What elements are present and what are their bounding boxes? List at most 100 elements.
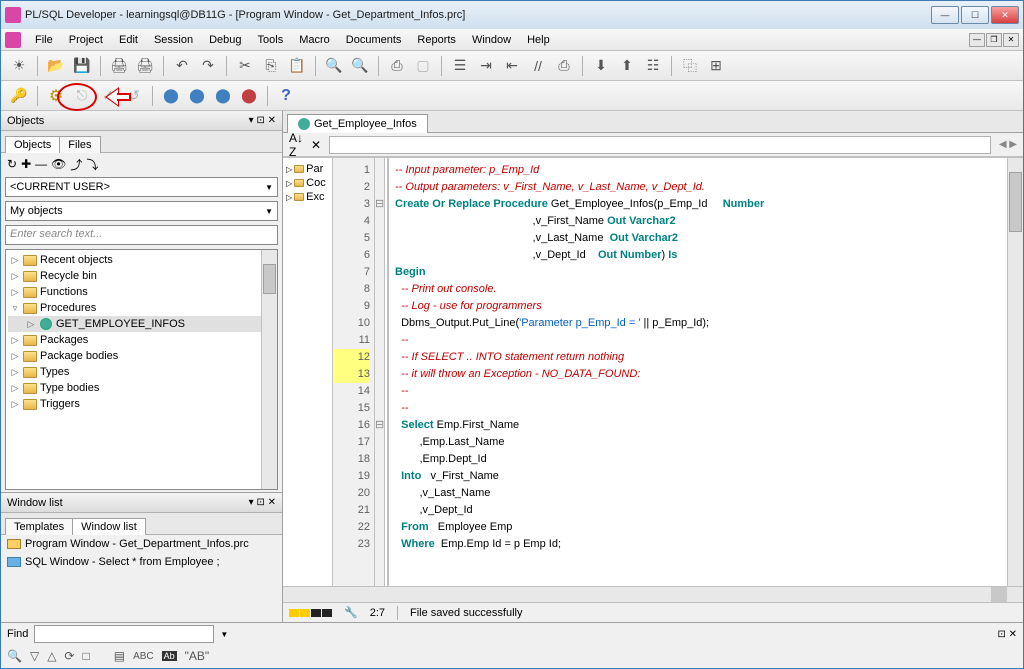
query-input[interactable] — [329, 136, 991, 154]
query-builder-button[interactable]: ▢ — [411, 54, 435, 78]
find-pin-icon[interactable]: ⊡ ✕ — [997, 629, 1017, 640]
objects-button[interactable]: ☷ — [641, 54, 665, 78]
filter-icon[interactable]: 👁 — [51, 157, 66, 171]
run-script-button[interactable]: ⬤ — [185, 84, 209, 108]
menu-project[interactable]: Project — [61, 32, 111, 48]
tab-objects[interactable]: Objects — [5, 136, 60, 153]
fold-column[interactable]: ⊟⊟ — [375, 158, 385, 586]
save-button[interactable]: 💾 — [70, 54, 94, 78]
close-button[interactable]: ✕ — [991, 6, 1019, 24]
menu-reports[interactable]: Reports — [409, 32, 464, 48]
code-editor[interactable]: -- Input parameter: p_Emp_Id-- Output pa… — [389, 158, 1007, 586]
tab-files[interactable]: Files — [59, 136, 100, 153]
logon-button[interactable]: 🔑 — [7, 84, 31, 108]
export-button[interactable]: ⬆ — [615, 54, 639, 78]
step-into-button[interactable]: ⬤ — [237, 84, 261, 108]
wrench-icon[interactable]: 🔧 — [344, 606, 358, 619]
cascade-button[interactable]: ⿻ — [678, 54, 702, 78]
menu-tools[interactable]: Tools — [250, 32, 292, 48]
nav-tree-item[interactable]: ▷Exc — [285, 190, 330, 204]
objects-search-input[interactable]: Enter search text... — [5, 225, 278, 245]
refresh-icon[interactable]: ↻ — [7, 157, 17, 171]
menu-file[interactable]: File — [27, 32, 61, 48]
find-up-icon[interactable]: △ — [47, 649, 56, 663]
import-button[interactable]: ⬇ — [589, 54, 613, 78]
menu-help[interactable]: Help — [519, 32, 558, 48]
find-button[interactable]: 🔍 — [322, 54, 346, 78]
user-dropdown[interactable]: <CURRENT USER> ▼ — [5, 177, 278, 197]
remove-icon[interactable]: — — [35, 157, 47, 171]
find-history-dropdown[interactable]: ▼ — [220, 630, 228, 639]
commit-button[interactable]: ✓ — [96, 84, 120, 108]
explain-plan-button[interactable]: ⎙ — [385, 54, 409, 78]
indent-button[interactable]: ⇥ — [474, 54, 498, 78]
mdi-restore-button[interactable]: ❐ — [986, 33, 1002, 47]
beautify-button[interactable]: ☰ — [448, 54, 472, 78]
nav-tree-item[interactable]: ▷Par — [285, 162, 330, 176]
tree-item[interactable]: ▷Package bodies — [8, 348, 275, 364]
undo-button[interactable]: ↶ — [170, 54, 194, 78]
find-input[interactable] — [34, 625, 214, 643]
tile-button[interactable]: ⊞ — [704, 54, 728, 78]
tab-templates[interactable]: Templates — [5, 518, 73, 535]
nav-tree-item[interactable]: ▷Coc — [285, 176, 330, 190]
tree-item[interactable]: ▷GET_EMPLOYEE_INFOS — [8, 316, 275, 332]
find-regex-label[interactable]: "AB" — [185, 649, 210, 663]
open-button[interactable]: 📂 — [44, 54, 68, 78]
menu-window[interactable]: Window — [464, 32, 519, 48]
paste-button[interactable]: 📋 — [285, 54, 309, 78]
close-nav-button[interactable]: ✕ — [311, 138, 321, 152]
window-list-pin-icon[interactable]: ▾ ⊡ ✕ — [249, 497, 276, 508]
filter-dropdown[interactable]: My objects ▼ — [5, 201, 278, 221]
objects-pin-icon[interactable]: ▾ ⊡ ✕ — [249, 115, 276, 126]
menu-edit[interactable]: Edit — [111, 32, 146, 48]
window-list-item[interactable]: SQL Window - Select * from Employee ; — [1, 553, 282, 571]
editor-h-scrollbar[interactable] — [283, 586, 1023, 602]
step-over-button[interactable]: ⬤ — [211, 84, 235, 108]
print-setup-button[interactable]: 🖨 — [133, 54, 157, 78]
tree-item[interactable]: ▷Recent objects — [8, 252, 275, 268]
menu-session[interactable]: Session — [146, 32, 201, 48]
tree-item[interactable]: ▷Functions — [8, 284, 275, 300]
tools-icon[interactable]: ⤴ — [70, 156, 82, 173]
find-case-icon[interactable]: ABC — [133, 651, 154, 662]
find-wrap-icon[interactable]: ⟳ — [64, 649, 74, 663]
tab-window-list[interactable]: Window list — [72, 518, 146, 535]
menu-documents[interactable]: Documents — [338, 32, 410, 48]
tree-item[interactable]: ▷Triggers — [8, 396, 275, 412]
break-button[interactable]: ⎋ — [70, 84, 94, 108]
code-nav-tree[interactable]: ▷Par▷Coc▷Exc — [283, 158, 333, 586]
copy-button[interactable]: ⎘ — [259, 54, 283, 78]
editor-v-scrollbar[interactable] — [1007, 158, 1023, 586]
find-scope-icon[interactable]: □ — [82, 649, 89, 663]
menu-macro[interactable]: Macro — [291, 32, 338, 48]
line-gutter[interactable]: 1234567891011121314151617181920212223 — [333, 158, 375, 586]
sort-button[interactable]: A↓Z — [289, 131, 303, 159]
print-button[interactable]: 🖨 — [107, 54, 131, 78]
new-button[interactable]: ☀ — [7, 54, 31, 78]
tree-item[interactable]: ▷Recycle bin — [8, 268, 275, 284]
outdent-button[interactable]: ⇤ — [500, 54, 524, 78]
tree-item[interactable]: ▷Type bodies — [8, 380, 275, 396]
cut-button[interactable]: ✂ — [233, 54, 257, 78]
find-down-icon[interactable]: ▽ — [30, 649, 39, 663]
tree-item[interactable]: ▷Packages — [8, 332, 275, 348]
add-icon[interactable]: ✚ — [21, 157, 31, 171]
mdi-minimize-button[interactable]: — — [969, 33, 985, 47]
tree-item[interactable]: ▷Types — [8, 364, 275, 380]
objects-tree[interactable]: ▷Recent objects▷Recycle bin▷Functions▿Pr… — [5, 249, 278, 490]
minimize-button[interactable]: — — [931, 6, 959, 24]
find-replace-button[interactable]: 🔍 — [348, 54, 372, 78]
tree-item[interactable]: ▿Procedures — [8, 300, 275, 316]
uncomment-button[interactable]: ⎙ — [552, 54, 576, 78]
tree-scrollbar[interactable] — [261, 250, 277, 489]
mdi-close-button[interactable]: ✕ — [1003, 33, 1019, 47]
sort-icon[interactable]: ⤵ — [86, 156, 98, 173]
execute-button[interactable]: ⚙ — [44, 84, 68, 108]
comment-button[interactable]: // — [526, 54, 550, 78]
rollback-button[interactable]: ↺ — [122, 84, 146, 108]
help-button[interactable]: ? — [274, 84, 298, 108]
window-list-item[interactable]: Program Window - Get_Department_Infos.pr… — [1, 535, 282, 553]
redo-button[interactable]: ↷ — [196, 54, 220, 78]
maximize-button[interactable]: ☐ — [961, 6, 989, 24]
